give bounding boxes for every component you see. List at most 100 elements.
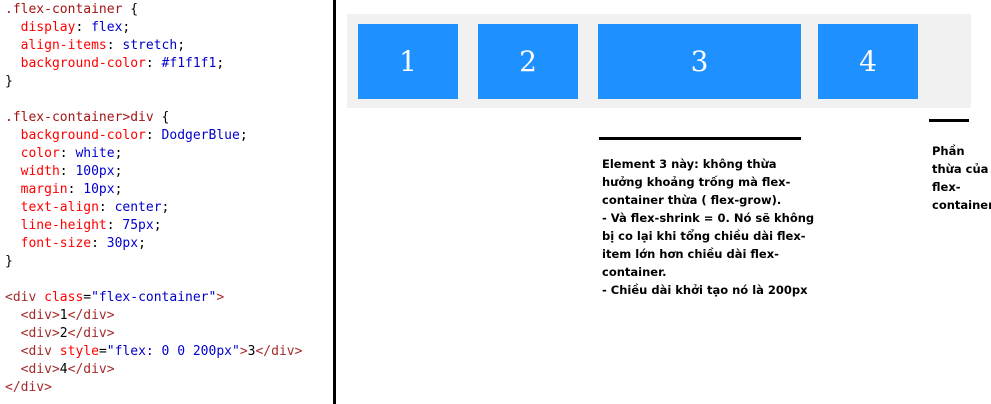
note-line: hưởng khoảng trống mà flex- [602,175,791,189]
code-token: <div> [5,326,60,341]
code-token: ; [216,56,225,71]
code-token: background-color [5,56,146,71]
code-token: line-height [5,218,107,233]
code-token: 100px [75,164,115,179]
code-token: : [106,218,123,233]
code-token: } [5,74,13,89]
code-token: ; [122,20,131,35]
remaining-space-marker [929,119,969,122]
code-token: width [5,164,60,179]
code-line: background-color: #f1f1f1; [5,55,225,73]
code-token: ; [114,182,123,197]
flex-item-4: 4 [818,24,918,99]
code-token: </div> [5,380,52,395]
code-line: .flex-container { [5,1,138,19]
note-line: - Và flex-shrink = 0. Nó sẽ không [602,211,815,225]
code-token: { [122,2,139,17]
code-token: : [59,146,76,161]
code-token: flex [91,20,123,35]
code-token: 1 [59,308,68,323]
code-line: } [5,253,13,271]
code-line: <div>1</div> [5,307,115,325]
code-line: <div>2</div> [5,325,115,343]
code-token: margin [5,182,68,197]
code-line: background-color: DodgerBlue; [5,127,248,145]
code-line: width: 100px; [5,163,123,181]
code-line: <div>4</div> [5,361,115,379]
code-token: : [145,56,162,71]
code-token: ; [114,164,123,179]
element3-note: Element 3 này: không thừa hưởng khoảng t… [602,155,814,299]
code-token: ; [114,146,123,161]
code-token: : [145,128,162,143]
code-line: font-size: 30px; [5,235,146,253]
code-token: </div> [67,308,115,323]
code-token: .flex-container>div [5,110,154,125]
note-line: Phần [932,144,965,158]
code-token: </div> [67,326,115,341]
note-line: - Chiều dài khởi tạo nó là 200px [602,283,808,297]
code-token: ; [153,218,162,233]
code-token: "flex-container" [91,290,217,305]
code-token: font-size [5,236,92,251]
code-token: ; [177,38,186,53]
code-line: <div class="flex-container"> [5,289,224,307]
code-token: background-color [5,128,146,143]
note-line: bị co lại khi tổng chiều dài flex- [602,229,806,243]
code-token: <div> [5,308,60,323]
flex-container-demo: 1 2 3 4 [347,14,971,108]
code-token: style [51,344,99,359]
code-token: stretch [122,38,178,53]
code-line: } [5,73,13,91]
code-line: align-items: stretch; [5,37,185,55]
code-token: = [83,290,92,305]
code-panel: .flex-container { display: flex; align-i… [0,0,333,404]
code-token: ; [161,200,170,215]
code-token: : [98,200,115,215]
code-token: 10px [83,182,115,197]
code-token: : [67,182,84,197]
flex-item-1: 1 [358,24,458,99]
note-line: item lớn hơn chiều dài flex- [602,247,779,261]
code-token: 30px [106,236,139,251]
code-token: class [36,290,84,305]
code-token: #f1f1f1 [161,56,217,71]
code-token: } [5,254,13,269]
code-line: text-align: center; [5,199,170,217]
code-line: <div style="flex: 0 0 200px">3</div> [5,343,303,361]
code-token: 75px [122,218,154,233]
note-line: container thừa ( flex-grow). [602,193,782,207]
code-line: display: flex; [5,19,131,37]
code-line: </div> [5,379,52,397]
code-line: .flex-container>div { [5,109,169,127]
note-line: flex- [932,180,961,194]
code-token: align-items [5,38,107,53]
code-token: DodgerBlue [161,128,240,143]
note-line: container. [602,265,667,279]
code-token: : [75,20,92,35]
code-token: display [5,20,76,35]
code-token: > [216,290,225,305]
code-token: <div [5,344,52,359]
code-token: { [153,110,170,125]
code-line: margin: 10px; [5,181,123,199]
item3-width-marker [599,137,801,140]
note-line: container [932,198,991,212]
code-token: color [5,146,60,161]
code-token: > [239,344,248,359]
code-token: 2 [59,326,68,341]
code-token: white [75,146,115,161]
code-token: : [59,164,76,179]
code-token: <div [5,290,37,305]
code-token: text-align [5,200,99,215]
code-line: line-height: 75px; [5,217,162,235]
code-token: 4 [59,362,68,377]
remaining-space-note: Phần thừa của flex- container [932,142,991,214]
flex-item-2: 2 [478,24,578,99]
panel-divider [333,0,336,404]
code-token: : [106,38,123,53]
code-token: center [114,200,162,215]
code-token: : [91,236,107,251]
code-token: </div> [67,362,115,377]
code-token: "flex: 0 0 200px" [106,344,240,359]
